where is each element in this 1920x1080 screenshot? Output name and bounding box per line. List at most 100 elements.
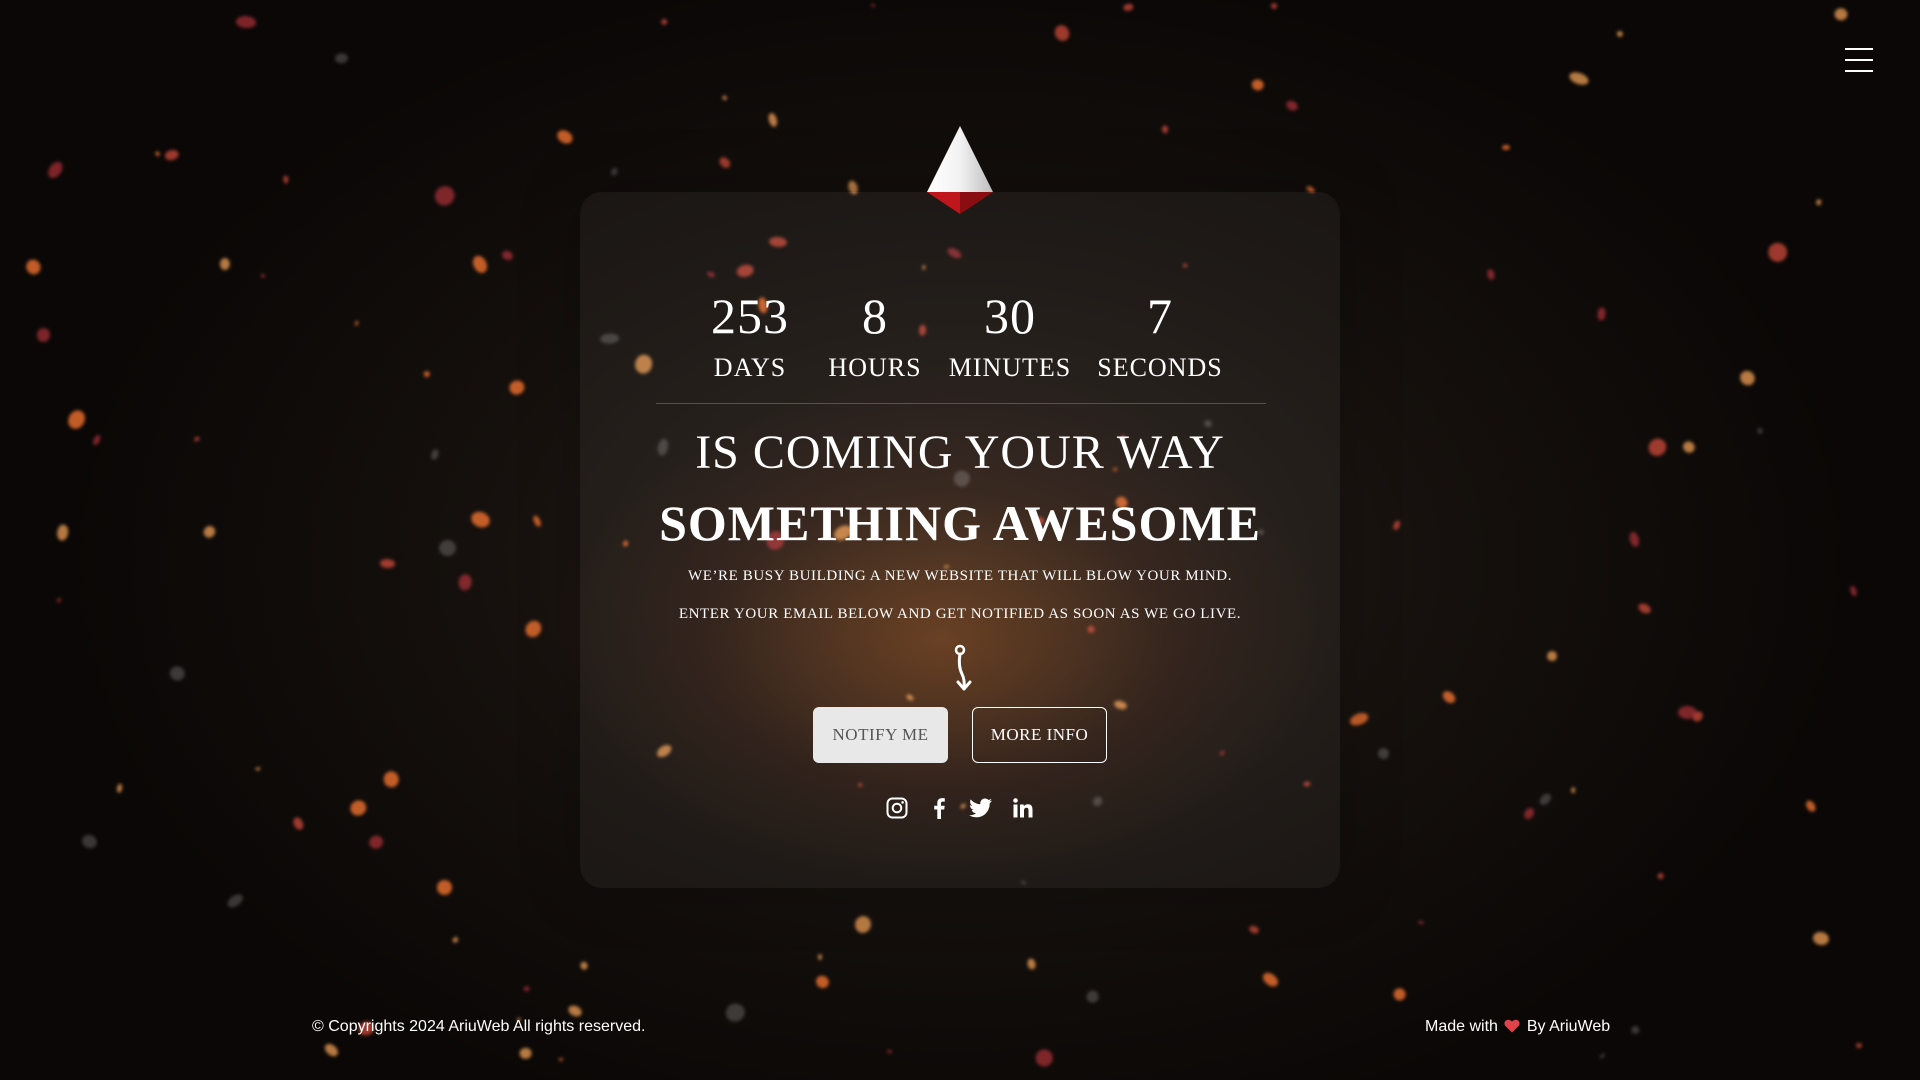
ember-particle bbox=[1378, 748, 1389, 759]
ember-particle bbox=[1546, 650, 1558, 663]
ember-particle bbox=[347, 797, 369, 818]
ember-particle bbox=[55, 596, 62, 604]
ember-particle bbox=[1250, 77, 1265, 92]
ember-particle bbox=[429, 448, 441, 462]
ember-particle bbox=[522, 616, 545, 640]
ember-particle bbox=[116, 783, 123, 794]
ember-particle bbox=[1537, 791, 1554, 808]
footer-copyright: © Copyrights 2024 AriuWeb All rights res… bbox=[312, 1018, 646, 1035]
ember-particle bbox=[1816, 199, 1822, 207]
hours-label: HOURS bbox=[828, 353, 922, 382]
footer-credit: Made with By AriuWeb bbox=[1425, 1018, 1610, 1036]
ember-particle bbox=[660, 18, 669, 27]
ember-particle bbox=[1765, 239, 1791, 265]
menu-icon bbox=[1845, 48, 1873, 50]
menu-icon-bar bbox=[1845, 59, 1873, 61]
ember-particle bbox=[45, 158, 66, 181]
ember-particle bbox=[1680, 438, 1698, 455]
ember-particle bbox=[322, 1041, 340, 1059]
ember-particle bbox=[1248, 924, 1261, 936]
menu-button[interactable] bbox=[1845, 48, 1873, 72]
ember-particle bbox=[90, 433, 102, 447]
twitter-icon[interactable] bbox=[969, 796, 993, 820]
ember-particle bbox=[579, 960, 589, 971]
ember-particle bbox=[1032, 1046, 1056, 1070]
subheading: IS COMING YOUR WAY bbox=[695, 426, 1225, 479]
ember-particle bbox=[1161, 125, 1169, 134]
ember-particle bbox=[1270, 2, 1279, 11]
divider bbox=[656, 403, 1266, 404]
ember-particle bbox=[813, 973, 832, 991]
ember-particle bbox=[1677, 705, 1698, 720]
ember-particle bbox=[366, 833, 385, 851]
ember-particle bbox=[1629, 1025, 1641, 1036]
ember-particle bbox=[1418, 920, 1425, 925]
ember-particle bbox=[566, 1003, 584, 1019]
ember-particle bbox=[423, 370, 431, 378]
ember-particle bbox=[1656, 871, 1665, 880]
ember-particle bbox=[554, 127, 575, 146]
ember-particle bbox=[334, 52, 349, 64]
hours-value: 8 bbox=[862, 288, 888, 344]
minutes-label: MINUTES bbox=[948, 353, 1072, 382]
ember-particle bbox=[717, 154, 732, 170]
ember-particle bbox=[1502, 144, 1510, 151]
heart-icon bbox=[1504, 1019, 1520, 1033]
ember-particle bbox=[164, 148, 181, 162]
ember-particle bbox=[523, 985, 530, 992]
ember-particle bbox=[254, 767, 261, 772]
page-background: 253 DAYS 8 HOURS 30 MINUTES 7 SECONDS IS… bbox=[0, 0, 1920, 1080]
ember-particle bbox=[438, 539, 457, 557]
ember-particle bbox=[609, 166, 619, 177]
ember-particle bbox=[1284, 98, 1299, 113]
ember-particle bbox=[430, 182, 459, 210]
ember-particle bbox=[1833, 7, 1848, 22]
ember-particle bbox=[1756, 427, 1764, 434]
headline: SOMETHING AWESOME bbox=[659, 495, 1261, 551]
instagram-icon[interactable] bbox=[885, 796, 909, 820]
ember-particle bbox=[1567, 69, 1591, 87]
ember-particle bbox=[767, 111, 780, 128]
minutes-value: 30 bbox=[984, 288, 1036, 344]
ember-particle bbox=[154, 151, 161, 158]
seconds-value: 7 bbox=[1147, 288, 1173, 344]
ember-particle bbox=[167, 664, 187, 683]
facebook-icon[interactable] bbox=[927, 796, 951, 820]
ember-particle bbox=[1737, 367, 1758, 389]
ember-particle bbox=[1085, 989, 1101, 1005]
ember-particle bbox=[379, 558, 396, 569]
ember-particle bbox=[23, 256, 43, 277]
ember-particle bbox=[457, 573, 473, 592]
ember-particle bbox=[723, 1001, 748, 1024]
ember-particle bbox=[886, 1049, 893, 1055]
by-author-link[interactable]: By AriuWeb bbox=[1527, 1018, 1610, 1035]
ember-particle bbox=[1628, 531, 1642, 549]
ember-particle bbox=[559, 1058, 564, 1062]
ember-particle bbox=[468, 508, 492, 531]
ember-particle bbox=[435, 879, 452, 896]
arrow-down-icon bbox=[954, 644, 972, 691]
ember-particle bbox=[1259, 970, 1280, 990]
more-info-button[interactable]: MORE INFO bbox=[972, 707, 1107, 763]
countdown-minutes: 30 MINUTES bbox=[940, 284, 1080, 388]
countdown-seconds: 7 SECONDS bbox=[1085, 284, 1235, 388]
ember-particle bbox=[1122, 2, 1134, 12]
linkedin-icon[interactable] bbox=[1011, 796, 1035, 820]
ember-particle bbox=[500, 249, 515, 262]
notify-me-button[interactable]: NOTIFY ME bbox=[813, 707, 948, 763]
days-value: 253 bbox=[711, 288, 789, 344]
countdown-hours: 8 HOURS bbox=[820, 284, 930, 388]
countdown-days: 253 DAYS bbox=[700, 284, 800, 388]
ember-particle bbox=[235, 15, 257, 29]
ember-particle bbox=[201, 523, 218, 541]
ember-particle bbox=[470, 253, 491, 276]
ember-particle bbox=[354, 320, 359, 327]
ember-particle bbox=[1521, 806, 1537, 822]
ember-particle bbox=[65, 407, 88, 433]
ember-particle bbox=[220, 257, 231, 270]
ember-particle bbox=[1636, 601, 1654, 616]
countdown: 253 DAYS 8 HOURS 30 MINUTES 7 SECONDS bbox=[660, 284, 1260, 394]
ember-particle bbox=[1848, 585, 1859, 598]
ember-particle bbox=[291, 815, 306, 832]
ember-particle bbox=[1804, 798, 1818, 813]
